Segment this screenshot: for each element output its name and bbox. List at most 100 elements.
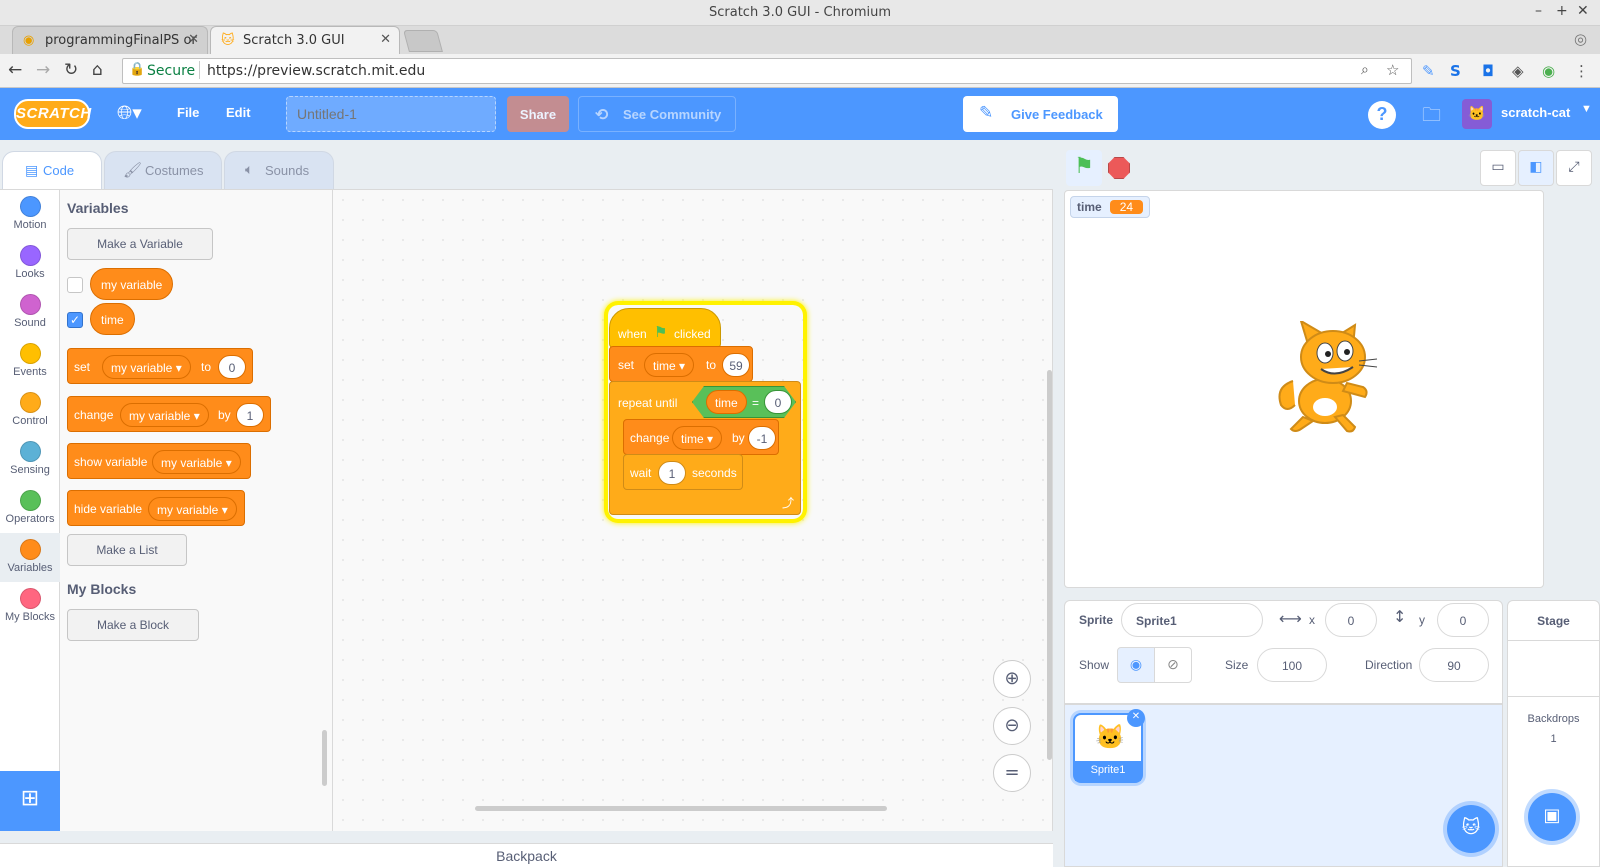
give-feedback-button[interactable]: ✎ Give Feedback (963, 96, 1118, 132)
category-operators[interactable]: Operators (0, 484, 60, 533)
scratch-logo[interactable]: SCRATCH (14, 99, 91, 129)
small-stage-button[interactable]: ▭ (1480, 150, 1516, 186)
show-sprite-button[interactable]: ◉ (1117, 647, 1155, 683)
block-change-variable[interactable]: change my variable ▾ by 1 (67, 396, 271, 432)
make-list-button[interactable]: Make a List (67, 534, 187, 566)
sprite-tile-sprite1[interactable]: 🐱 Sprite1 ✕ (1073, 709, 1145, 783)
code-workspace[interactable]: when ⚑ clicked set time ▾ to 59 repeat u… (333, 189, 1053, 831)
tab-code[interactable]: ▤ Code (2, 151, 102, 189)
category-variables[interactable]: Variables (0, 533, 60, 582)
variable-dropdown[interactable]: time ▾ (672, 426, 723, 450)
category-looks[interactable]: Looks (0, 239, 60, 288)
category-motion[interactable]: Motion (0, 190, 60, 239)
tab-costumes[interactable]: 🖌︎ Costumes (104, 151, 222, 189)
block-change-time[interactable]: change time ▾ by -1 (623, 419, 779, 455)
stage-selector[interactable]: Stage Backdrops 1 ▣ (1507, 600, 1600, 867)
file-menu[interactable]: File (177, 105, 199, 120)
reporter-time[interactable]: time (706, 390, 747, 414)
tab-sounds[interactable]: 🔈︎ Sounds (224, 151, 334, 189)
add-extension-button[interactable]: ⊞ (0, 771, 60, 831)
x-input[interactable]: 0 (1325, 603, 1377, 637)
new-tab-button[interactable] (403, 30, 443, 52)
variable-dropdown[interactable]: my variable ▾ (120, 403, 209, 427)
make-block-button[interactable]: Make a Block (67, 609, 199, 641)
chevron-down-icon[interactable]: ▼ (1581, 103, 1592, 115)
home-icon[interactable]: ⌂ (92, 60, 103, 80)
browser-tab-programming[interactable]: ◉ programmingFinalPS or ✕ (12, 26, 208, 54)
variable-checkbox-my-variable[interactable] (67, 277, 83, 293)
stage-canvas[interactable]: time 24 (1064, 190, 1544, 588)
variable-dropdown[interactable]: time ▾ (644, 353, 695, 377)
extension-circle-icon[interactable]: ◉ (1542, 62, 1555, 80)
zoom-in-button[interactable]: ⊕ (993, 660, 1031, 698)
size-input[interactable]: 100 (1257, 648, 1327, 682)
zoom-out-button[interactable]: ⊖ (993, 707, 1031, 745)
block-hide-variable[interactable]: hide variable my variable ▾ (67, 490, 245, 526)
username-menu[interactable]: scratch-cat (1501, 105, 1570, 120)
variable-dropdown[interactable]: my variable ▾ (102, 355, 191, 379)
reporter-my-variable[interactable]: my variable (90, 268, 174, 300)
forward-icon[interactable]: → (36, 60, 50, 80)
browser-menu-icon[interactable]: ⋮ (1574, 62, 1589, 80)
category-sound[interactable]: Sound (0, 288, 60, 337)
value-input[interactable]: 1 (658, 461, 686, 485)
fullscreen-button[interactable]: ⤢ (1556, 150, 1592, 186)
browser-tab-scratch[interactable]: 🐱 Scratch 3.0 GUI ✕ (210, 26, 400, 54)
category-sensing[interactable]: Sensing (0, 435, 60, 484)
bookmark-star-icon[interactable]: ☆ (1386, 61, 1399, 79)
profile-icon[interactable]: ◎ (1574, 30, 1587, 48)
block-wait-seconds[interactable]: wait 1 seconds (623, 454, 743, 490)
user-avatar[interactable]: 🐱 (1462, 99, 1492, 129)
y-input[interactable]: 0 (1437, 603, 1489, 637)
backpack-header[interactable]: Backpack (0, 843, 1053, 867)
minimize-icon[interactable]: – (1535, 3, 1542, 19)
project-title-input[interactable] (286, 96, 496, 132)
value-input[interactable]: 59 (722, 353, 750, 377)
reload-icon[interactable]: ↻ (64, 60, 78, 80)
block-show-variable[interactable]: show variable my variable ▾ (67, 443, 251, 479)
category-control[interactable]: Control (0, 386, 60, 435)
close-tab-icon[interactable]: ✕ (188, 32, 199, 47)
value-input[interactable]: 1 (236, 403, 264, 427)
add-sprite-button[interactable]: 🐱 (1447, 805, 1495, 853)
workspace-horizontal-scrollbar[interactable] (475, 806, 887, 811)
direction-input[interactable]: 90 (1419, 648, 1489, 682)
block-set-time[interactable]: set time ▾ to 59 (609, 346, 753, 382)
delete-sprite-icon[interactable]: ✕ (1127, 709, 1145, 727)
edit-menu[interactable]: Edit (226, 105, 251, 120)
language-globe-icon[interactable]: 🌐︎▾ (117, 102, 142, 124)
stop-button[interactable] (1108, 157, 1130, 179)
variable-dropdown[interactable]: my variable ▾ (152, 450, 241, 474)
variable-checkbox-time[interactable]: ✓ (67, 312, 83, 328)
extension-s-icon[interactable]: S (1450, 62, 1461, 80)
close-window-icon[interactable]: ✕ (1577, 3, 1589, 19)
extension-feather-icon[interactable]: ✎ (1422, 62, 1435, 80)
address-bar[interactable]: 🔒 Secure https://preview.scratch.mit.edu… (122, 58, 1412, 84)
back-icon[interactable]: ← (8, 60, 22, 80)
value-input[interactable]: -1 (748, 426, 776, 450)
sprite-name-input[interactable]: Sprite1 (1121, 603, 1263, 637)
variable-dropdown[interactable]: my variable ▾ (148, 497, 237, 521)
large-stage-button[interactable]: ◧ (1518, 150, 1554, 186)
zoom-icon[interactable]: ⌕ (1361, 62, 1369, 78)
hide-sprite-button[interactable]: ⊘ (1154, 647, 1192, 683)
maximize-icon[interactable]: + (1556, 3, 1568, 19)
workspace-vertical-scrollbar[interactable] (1047, 370, 1052, 760)
reporter-time[interactable]: time (90, 303, 135, 335)
close-tab-icon[interactable]: ✕ (380, 32, 391, 47)
block-when-flag-clicked[interactable]: when ⚑ clicked (609, 308, 721, 348)
green-flag-button[interactable]: ⚑ (1066, 150, 1102, 186)
value-input[interactable]: 0 (764, 390, 792, 414)
scratch-cat-sprite[interactable] (1273, 321, 1383, 439)
see-community-button[interactable]: ⟲ See Community (578, 96, 736, 132)
extension-shield-icon[interactable]: ◈ (1512, 62, 1524, 80)
share-button[interactable]: Share (507, 96, 569, 132)
category-my-blocks[interactable]: My Blocks (0, 582, 60, 631)
add-backdrop-button[interactable]: ▣ (1528, 793, 1576, 841)
flyout-scrollbar[interactable] (322, 730, 327, 786)
variable-monitor-time[interactable]: time 24 (1070, 196, 1151, 218)
make-variable-button[interactable]: Make a Variable (67, 228, 213, 260)
block-set-variable[interactable]: set my variable ▾ to 0 (67, 348, 253, 384)
value-input[interactable]: 0 (218, 355, 246, 379)
help-icon[interactable]: ? (1368, 101, 1396, 129)
